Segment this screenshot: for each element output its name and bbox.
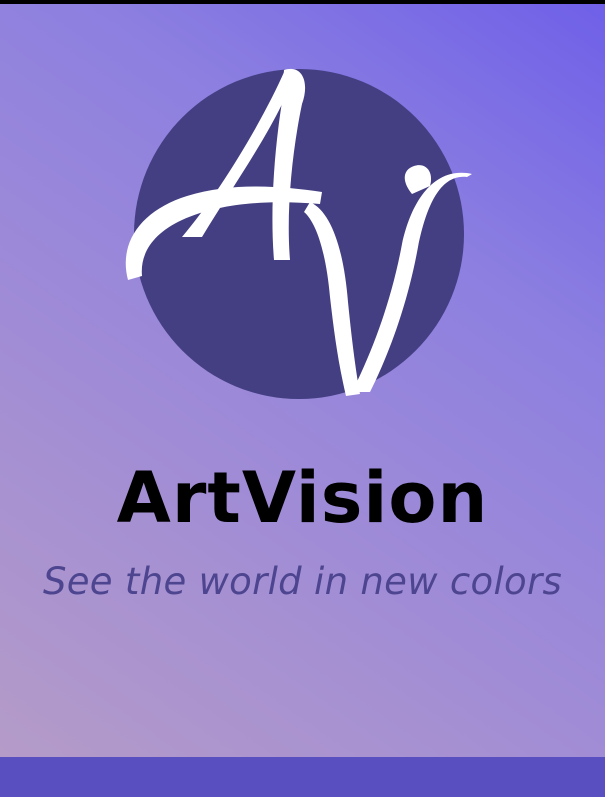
splash-background: ArtVision See the world in new colors bbox=[0, 4, 605, 757]
splash-screen: ArtVision See the world in new colors bbox=[0, 0, 605, 797]
av-monogram-icon bbox=[125, 68, 472, 399]
app-logo bbox=[112, 62, 472, 407]
app-tagline: See the world in new colors bbox=[42, 560, 563, 603]
bottom-bar bbox=[0, 757, 605, 797]
app-title: ArtVision bbox=[116, 457, 489, 539]
